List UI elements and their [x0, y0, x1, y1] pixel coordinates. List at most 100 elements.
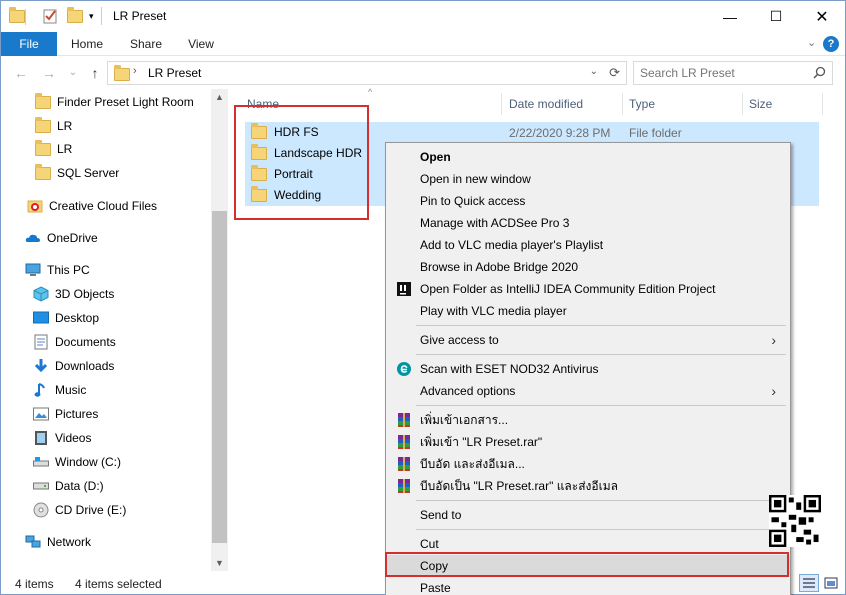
- new-folder-icon[interactable]: [67, 7, 83, 24]
- menu-item-intellij[interactable]: Open Folder as IntelliJ IDEA Community E…: [386, 278, 790, 300]
- menu-item-give-access[interactable]: Give access to ›: [386, 329, 790, 351]
- nav-item-sql-server[interactable]: SQL Server: [35, 162, 119, 184]
- column-header-date[interactable]: Date modified: [509, 93, 583, 115]
- nav-item-label: CD Drive (E:): [55, 503, 127, 517]
- nav-item-label: Creative Cloud Files: [49, 199, 158, 213]
- menu-item-eset-scan[interactable]: Scan with ESET NOD32 Antivirus: [386, 358, 790, 380]
- tab-home[interactable]: Home: [67, 32, 107, 56]
- close-button[interactable]: ✕: [799, 1, 845, 32]
- videos-icon: [33, 430, 49, 446]
- selection-count: 4 items selected: [75, 577, 162, 591]
- recent-locations-icon[interactable]: ⌄: [63, 63, 83, 83]
- large-icons-view-icon: [824, 577, 838, 589]
- tab-file[interactable]: File: [1, 32, 57, 56]
- folder-icon: [35, 116, 51, 134]
- breadcrumb[interactable]: LR Preset: [148, 66, 201, 80]
- tab-view[interactable]: View: [183, 32, 219, 56]
- expand-ribbon-icon[interactable]: ⌄: [807, 36, 816, 49]
- nav-item-music[interactable]: Music: [33, 379, 86, 401]
- column-divider[interactable]: [501, 93, 502, 115]
- nav-item-drive-c[interactable]: Window (C:): [33, 451, 121, 473]
- details-view-button[interactable]: [799, 574, 819, 592]
- column-divider[interactable]: [622, 93, 623, 115]
- nav-item-label: This PC: [47, 263, 90, 277]
- menu-separator: [416, 325, 786, 326]
- nav-item-label: LR: [57, 119, 73, 133]
- menu-item-open-new-window[interactable]: Open in new window: [386, 168, 790, 190]
- nav-item-creative-cloud[interactable]: Creative Cloud Files: [27, 195, 157, 217]
- ribbon: File Home Share View ⌄ ?: [1, 32, 845, 56]
- menu-item-adobe-bridge[interactable]: Browse in Adobe Bridge 2020: [386, 256, 790, 278]
- downloads-icon: [33, 358, 49, 374]
- nav-item-lr[interactable]: LR: [35, 115, 72, 137]
- title-bar: ▾ LR Preset — ☐ ✕: [1, 1, 845, 32]
- up-button[interactable]: ↑: [85, 63, 105, 83]
- submenu-arrow-icon: ›: [771, 332, 776, 348]
- menu-item-winrar-compress-rar-email[interactable]: บีบอัดเป็น "LR Preset.rar" และส่งอีเมล: [386, 475, 790, 497]
- column-header-type[interactable]: Type: [629, 93, 655, 115]
- 3d-objects-icon: [33, 286, 49, 302]
- navigation-bar: ← → ⌄ ↑ › LR Preset ⌄ ⟳: [1, 59, 845, 87]
- nav-item-drive-d[interactable]: Data (D:): [33, 475, 104, 497]
- scroll-down-icon[interactable]: ▼: [211, 555, 228, 571]
- drive-icon: [33, 478, 49, 494]
- submenu-arrow-icon: ›: [771, 383, 776, 399]
- pictures-icon: [33, 406, 49, 422]
- nav-item-videos[interactable]: Videos: [33, 427, 91, 449]
- tab-share[interactable]: Share: [125, 32, 167, 56]
- column-divider[interactable]: [822, 93, 823, 115]
- back-button[interactable]: ←: [11, 63, 31, 83]
- breadcrumb-chevron-icon[interactable]: ›: [133, 65, 137, 77]
- scroll-up-icon[interactable]: ▲: [211, 89, 228, 105]
- menu-item-winrar-compress-email[interactable]: บีบอัด และส่งอีเมล...: [386, 453, 790, 475]
- details-view-icon: [803, 578, 815, 588]
- nav-item-label: SQL Server: [57, 166, 120, 180]
- scrollbar-thumb[interactable]: [212, 211, 227, 543]
- nav-item-label: LR: [57, 142, 73, 156]
- explorer-window: ▾ LR Preset — ☐ ✕ File Home Share View ⌄…: [0, 0, 846, 595]
- navigation-pane: Finder Preset Light Room LR LR SQL Serve…: [1, 89, 227, 571]
- nav-item-lr[interactable]: LR: [35, 138, 72, 160]
- help-icon[interactable]: ?: [823, 36, 839, 52]
- nav-item-onedrive[interactable]: OneDrive: [25, 227, 98, 249]
- menu-item-open[interactable]: Open: [386, 146, 790, 168]
- nav-item-network[interactable]: Network: [25, 531, 91, 553]
- qr-code-icon: [769, 495, 821, 547]
- menu-item-winrar-add[interactable]: เพิ่มเข้าเอกสาร...: [386, 409, 790, 431]
- large-icons-view-button[interactable]: [821, 574, 841, 592]
- forward-button[interactable]: →: [39, 63, 59, 83]
- menu-item-pin-quick-access[interactable]: Pin to Quick access: [386, 190, 790, 212]
- folder-icon: [35, 139, 51, 157]
- column-divider[interactable]: [742, 93, 743, 115]
- nav-item-this-pc[interactable]: This PC: [25, 259, 90, 281]
- onedrive-icon: [25, 230, 41, 246]
- menu-item-vlc-playlist[interactable]: Add to VLC media player's Playlist: [386, 234, 790, 256]
- menu-item-vlc-play[interactable]: Play with VLC media player: [386, 300, 790, 322]
- nav-item-3d-objects[interactable]: 3D Objects: [33, 283, 114, 305]
- nav-item-documents[interactable]: Documents: [33, 331, 116, 353]
- customize-toolbar-icon[interactable]: ▾: [89, 11, 94, 22]
- maximize-button[interactable]: ☐: [753, 1, 799, 32]
- column-header-size[interactable]: Size: [749, 93, 772, 115]
- properties-icon[interactable]: [43, 8, 58, 27]
- nav-item-cd-drive[interactable]: CD Drive (E:): [33, 499, 126, 521]
- creative-cloud-icon: [27, 198, 43, 214]
- minimize-button[interactable]: —: [707, 1, 753, 32]
- nav-item-downloads[interactable]: Downloads: [33, 355, 114, 377]
- nav-item-pictures[interactable]: Pictures: [33, 403, 98, 425]
- address-bar[interactable]: › LR Preset ⌄ ⟳: [107, 61, 627, 85]
- search-input[interactable]: [640, 66, 800, 80]
- address-dropdown-icon[interactable]: ⌄: [590, 66, 598, 77]
- menu-item-send-to[interactable]: Send to: [386, 504, 790, 526]
- menu-item-winrar-add-rar[interactable]: เพิ่มเข้า "LR Preset.rar": [386, 431, 790, 453]
- nav-item-finder-preset[interactable]: Finder Preset Light Room: [35, 91, 194, 113]
- nav-scrollbar[interactable]: ▲ ▼: [211, 89, 228, 571]
- nav-item-label: Documents: [55, 335, 116, 349]
- menu-item-acdsee[interactable]: Manage with ACDSee Pro 3: [386, 212, 790, 234]
- refresh-icon[interactable]: ⟳: [609, 65, 620, 81]
- search-box[interactable]: [633, 61, 833, 85]
- nav-item-desktop[interactable]: Desktop: [33, 307, 99, 329]
- pc-icon: [25, 262, 41, 278]
- title-divider: [101, 7, 102, 25]
- menu-item-advanced-options[interactable]: Advanced options ›: [386, 380, 790, 402]
